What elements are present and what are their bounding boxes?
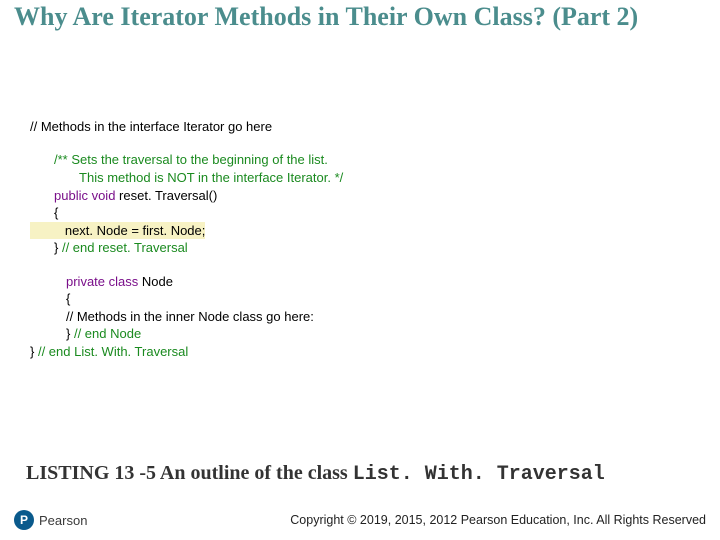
listing-caption: LISTING 13 -5 An outline of the class Li… — [26, 462, 605, 486]
keyword: private class — [66, 274, 138, 289]
code-text: Node — [138, 274, 173, 289]
logo-text: Pearson — [39, 513, 87, 528]
keyword: public void — [54, 188, 115, 203]
listing-text: LISTING 13 -5 An outline of the class — [26, 462, 353, 484]
listing-classname: List. With. Traversal — [353, 463, 605, 486]
copyright-text: Copyright © 2019, 2015, 2012 Pearson Edu… — [290, 513, 706, 527]
code-line: { — [30, 204, 720, 222]
code-line: // Methods in the inner Node class go he… — [30, 308, 720, 326]
code-comment: This method is NOT in the interface Iter… — [30, 169, 720, 187]
slide-title: Why Are Iterator Methods in Their Own Cl… — [0, 0, 720, 32]
code-comment: // end Node — [74, 326, 141, 341]
code-text: } — [30, 344, 38, 359]
code-text: } — [54, 240, 62, 255]
code-text: reset. Traversal() — [115, 188, 217, 203]
code-line: // Methods in the interface Iterator go … — [30, 118, 720, 136]
code-line: public void reset. Traversal() — [30, 187, 720, 205]
code-comment: /** Sets the traversal to the beginning … — [30, 151, 720, 169]
code-line: { — [30, 290, 720, 308]
code-comment: // end List. With. Traversal — [38, 344, 188, 359]
code-line: private class Node — [30, 273, 720, 291]
code-line: } // end reset. Traversal — [30, 239, 720, 257]
code-text: } — [66, 326, 74, 341]
code-line-highlighted: next. Node = first. Node; — [30, 222, 205, 240]
code-comment: // end reset. Traversal — [62, 240, 188, 255]
code-listing: // Methods in the interface Iterator go … — [0, 32, 720, 361]
footer: P Pearson Copyright © 2019, 2015, 2012 P… — [0, 510, 720, 530]
publisher-logo: P Pearson — [14, 510, 87, 530]
code-line: } // end Node — [30, 325, 720, 343]
code-line: } // end List. With. Traversal — [30, 343, 720, 361]
logo-icon: P — [14, 510, 34, 530]
